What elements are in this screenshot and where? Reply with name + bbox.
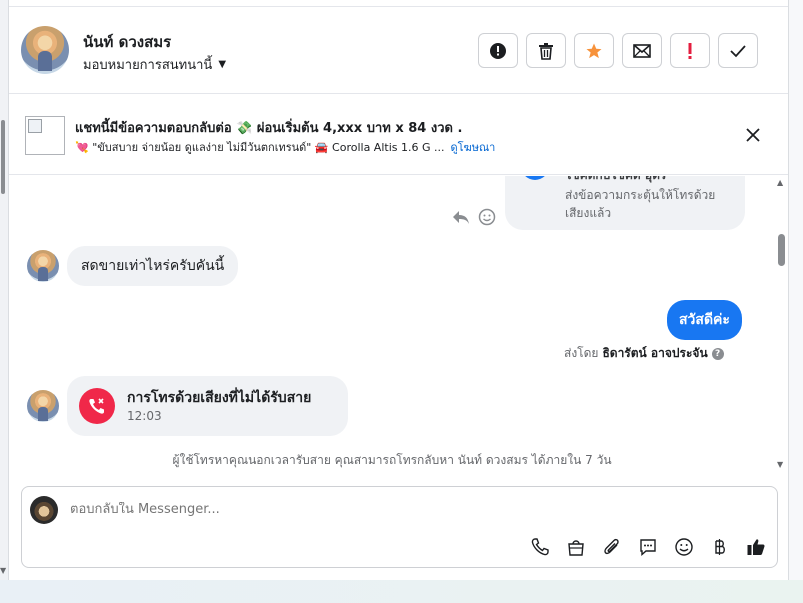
close-ad-button[interactable]: [743, 125, 763, 145]
baht-icon[interactable]: [708, 535, 732, 559]
incoming-message-row: สดขายเท่าไหร่ครับคันนี้: [27, 246, 239, 286]
envelope-icon: [633, 43, 651, 58]
sent-by-name: ธิดารัตน์ อาจประจัน: [602, 346, 708, 360]
scrollbar-thumb[interactable]: [778, 234, 785, 266]
scroll-down-arrow[interactable]: ▼: [777, 460, 783, 469]
alert-circle-icon: [490, 42, 506, 59]
previous-message-text: ส่งข้อความกระตุ้นให้โทรด้วยเสียงแล้ว: [565, 188, 716, 220]
missed-call-time: 12:03: [127, 409, 162, 423]
star-button[interactable]: [574, 33, 614, 68]
contact-avatar-small[interactable]: [27, 390, 59, 422]
page-avatar: [30, 496, 58, 524]
contact-avatar-small[interactable]: [27, 250, 59, 282]
missed-call-title: การโทรด้วยเสียงที่ไม่ได้รับสาย: [127, 390, 312, 406]
missed-call-bubble[interactable]: การโทรด้วยเสียงที่ไม่ได้รับสาย 12:03: [67, 376, 348, 436]
delete-button[interactable]: [526, 33, 566, 68]
reply-input[interactable]: [70, 502, 670, 517]
ad-banner: แชทนี้มีข้อความตอบกลับต่อ 💸 ผ่อนเริ่มต้น…: [9, 95, 788, 175]
previous-message-icon: [521, 176, 549, 180]
incoming-message-bubble[interactable]: สดขายเท่าไหร่ครับคันนี้: [67, 246, 239, 286]
shopping-bag-icon[interactable]: [564, 535, 588, 559]
composer-tools: [528, 535, 768, 559]
message-composer: [21, 486, 778, 568]
paperclip-icon[interactable]: [600, 535, 624, 559]
trash-icon: [539, 42, 553, 60]
assign-conversation-dropdown[interactable]: มอบหมายการสนทนานี้ ▼: [83, 54, 226, 75]
missed-call-icon: [79, 388, 115, 424]
phone-icon[interactable]: [528, 535, 552, 559]
right-edge: [789, 0, 803, 580]
message-list[interactable]: โชคดีกับโชคดี อุ๊ตร ส่งข้อความกระตุ้นให้…: [9, 176, 788, 476]
left-scrollbar-thumb[interactable]: [1, 120, 5, 194]
callback-notice: ผู้ใช้โทรหาคุณนอกเวลารับสาย คุณสามารถโทร…: [172, 453, 612, 467]
assign-label: มอบหมายการสนทนานี้: [83, 58, 213, 73]
message-scrollbar[interactable]: ▲ ▼: [775, 176, 787, 476]
view-ad-link[interactable]: ดูโฆษณา: [450, 141, 495, 154]
outgoing-message-bubble[interactable]: สวัสดีค่ะ: [667, 300, 742, 340]
missed-call-row: การโทรด้วยเสียงที่ไม่ได้รับสาย 12:03: [27, 376, 348, 436]
sent-by-prefix: ส่งโดย: [564, 346, 599, 360]
sent-by-label: ส่งโดย ธิดารัตน์ อาจประจัน ?: [564, 344, 724, 363]
thumbs-up-icon[interactable]: [744, 535, 768, 559]
scroll-up-arrow[interactable]: ▲: [777, 178, 783, 187]
header-actions: [478, 33, 758, 68]
left-scroll-down-arrow[interactable]: ▼: [0, 566, 6, 575]
priority-button[interactable]: [670, 33, 710, 68]
message-actions: [452, 208, 496, 226]
exclamation-icon: [688, 42, 692, 59]
close-icon: [746, 128, 760, 142]
reply-icon[interactable]: [452, 209, 470, 225]
previous-message-bubble: โชคดีกับโชคดี อุ๊ตร ส่งข้อความกระตุ้นให้…: [505, 176, 745, 230]
conversation-header: นันท์ ดวงสมร มอบหมายการสนทนานี้ ▼: [9, 6, 788, 94]
info-icon[interactable]: ?: [711, 347, 724, 360]
chat-bubble-icon[interactable]: [636, 535, 660, 559]
left-scroll-strip[interactable]: ▼: [0, 0, 8, 580]
emoji-icon[interactable]: [672, 535, 696, 559]
ad-subtitle: 💘 "ขับสบาย จ่ายน้อย ดูแลง่าย ไม่มีวันตกเ…: [75, 138, 495, 156]
contact-avatar[interactable]: [21, 26, 69, 74]
previous-message-title: โชคดีกับโชคดี อุ๊ตร: [565, 176, 666, 185]
ad-title: แชทนี้มีข้อความตอบกลับต่อ 💸 ผ่อนเริ่มต้น…: [75, 121, 463, 136]
react-emoji-icon[interactable]: [478, 208, 496, 226]
conversation-panel: นันท์ ดวงสมร มอบหมายการสนทนานี้ ▼ แชทนี้…: [8, 0, 789, 580]
bottom-background: [0, 580, 803, 603]
contact-name[interactable]: นันท์ ดวงสมร: [83, 30, 171, 54]
ad-subtitle-text: 💘 "ขับสบาย จ่ายน้อย ดูแลง่าย ไม่มีวันตกเ…: [75, 141, 445, 154]
caret-down-icon: ▼: [218, 59, 227, 70]
done-button[interactable]: [718, 33, 758, 68]
check-icon: [730, 44, 746, 57]
star-icon: [586, 43, 602, 58]
report-button[interactable]: [478, 33, 518, 68]
mail-button[interactable]: [622, 33, 662, 68]
ad-thumbnail[interactable]: [25, 116, 65, 155]
